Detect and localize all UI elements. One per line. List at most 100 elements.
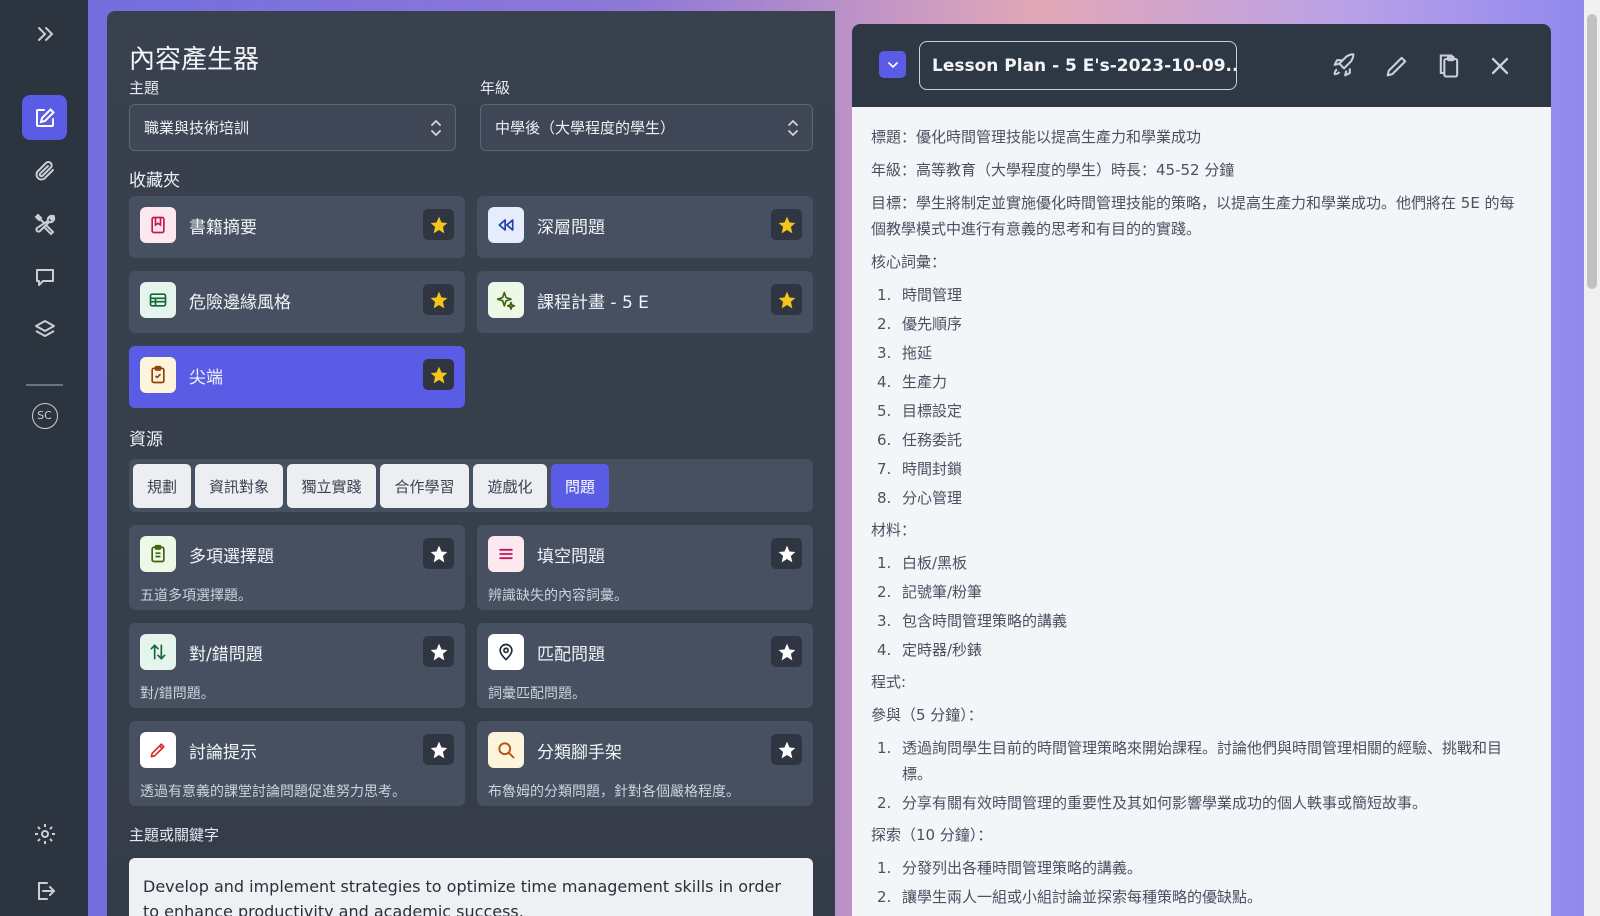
copy-clipboard-icon[interactable] (1435, 52, 1463, 80)
generator-nav-button[interactable] (22, 95, 67, 140)
favorite-card-lesson-plan-5e[interactable]: 課程計畫 - 5 E (477, 271, 813, 333)
favorite-star-button[interactable] (423, 734, 454, 765)
logout-button[interactable] (22, 868, 67, 913)
close-icon[interactable] (1486, 52, 1514, 80)
tab-questions[interactable]: 問題 (551, 464, 609, 508)
list-item: 4. 定時器/秒錶 (877, 641, 983, 659)
list-item: 7. 時間封鎖 (877, 460, 963, 478)
favorite-card-label: 深層問題 (537, 218, 605, 238)
favorite-card-cutting-edge[interactable]: 尖端 (129, 346, 465, 408)
grade-select[interactable]: 中學後（大學程度的學生） (480, 104, 813, 151)
rocket-icon[interactable] (1330, 52, 1358, 80)
doc-engage-label: 參與（5 分鐘）： (871, 706, 983, 724)
lines-icon (488, 536, 524, 572)
list-item: 1. 白板/黑板 (877, 554, 968, 572)
layers-nav-button[interactable] (22, 307, 67, 352)
chat-nav-button[interactable] (22, 254, 67, 299)
star-icon (430, 291, 447, 308)
explore-list: 1. 分發列出各種時間管理策略的講義。 2. 讓學生兩人一組或小組討論並探索每種策略… (871, 855, 1521, 910)
star-icon (778, 741, 795, 758)
resource-card-discussion-prompts[interactable]: 討論提示 透過有意義的課堂討論問題促進努力思考。 (129, 721, 465, 806)
favorite-star-button[interactable] (423, 538, 454, 569)
list-item: 3. 包含時間管理策略的講義 (877, 612, 1068, 630)
list-item: 2. 記號筆/粉筆 (877, 583, 983, 601)
doc-materials-label: 材料： (871, 521, 917, 539)
resource-card-desc: 對/錯問題。 (140, 686, 215, 702)
materials-list: 1. 白板/黑板 2. 記號筆/粉筆 3. 包含時間管理策略的講義 4. 定時器/秒錶 (871, 550, 1521, 663)
tab-info-objects[interactable]: 資訊對象 (195, 464, 283, 508)
star-icon (778, 291, 795, 308)
star-icon (778, 643, 795, 660)
bookmark-icon (140, 207, 176, 243)
pencil-icon (140, 732, 176, 768)
double-chevron-right-icon (37, 26, 53, 41)
tools-nav-button[interactable] (22, 201, 67, 246)
favorite-star-button[interactable] (771, 636, 802, 667)
favorite-card-deep-questions[interactable]: 深層問題 (477, 196, 813, 258)
collapse-button[interactable] (879, 51, 906, 78)
subject-select[interactable]: 職業與技術培訓 (129, 104, 456, 151)
chevron-up-down-icon (431, 119, 441, 137)
resource-card-matching[interactable]: 匹配問題 詞彙匹配問題。 (477, 623, 813, 708)
resource-card-true-false[interactable]: 對/錯問題 對/錯問題。 (129, 623, 465, 708)
favorite-star-button[interactable] (423, 359, 454, 390)
settings-button[interactable] (22, 811, 67, 856)
list-item: 2. 讓學生兩人一組或小組討論並探索每種策略的優缺點。 (877, 888, 1263, 906)
tab-planning[interactable]: 規劃 (133, 464, 191, 508)
resource-tabs: 規劃 資訊對象 獨立實踐 合作學習 遊戲化 問題 (129, 459, 813, 512)
list-item: 4. 生產力 (877, 373, 948, 391)
subject-select-value: 職業與技術培訓 (144, 119, 250, 137)
favorite-star-button[interactable] (423, 209, 454, 240)
account-button[interactable]: SC (22, 393, 67, 438)
star-icon (778, 216, 795, 233)
pencil-edit-icon[interactable] (1383, 52, 1411, 80)
document-body: 標題：優化時間管理技能以提高生產力和學業成功 年級：高等教育（大學程度的學生）時… (871, 124, 1521, 916)
favorite-star-button[interactable] (771, 284, 802, 315)
favorite-star-button[interactable] (423, 284, 454, 315)
expand-sidebar-button[interactable] (22, 11, 67, 56)
doc-explore-label: 探索（10 分鐘）： (871, 826, 993, 844)
list-item: 3. 拖延 (877, 344, 933, 362)
tab-gamification[interactable]: 遊戲化 (473, 464, 547, 508)
resource-card-label: 討論提示 (189, 743, 257, 763)
engage-list: 1. 透過詢問學生目前的時間管理策略來開始課程。討論他們與時間管理相關的經驗、挑戰… (871, 735, 1521, 816)
doc-vocab-label: 核心詞彙： (871, 253, 947, 271)
grade-select-value: 中學後（大學程度的學生） (495, 119, 676, 137)
favorite-star-button[interactable] (423, 636, 454, 667)
doc-objective-line: 目標：學生將制定並實施優化時間管理技能的策略，以提高生產力和學業成功。他們將在 … (871, 194, 1515, 238)
resource-card-label: 對/錯問題 (189, 645, 263, 665)
resource-card-label: 多項選擇題 (189, 547, 274, 567)
favorite-card-book-summary[interactable]: 書籍摘要 (129, 196, 465, 258)
list-item: 5. 目標設定 (877, 402, 963, 420)
favorite-star-button[interactable] (771, 209, 802, 240)
star-icon (430, 545, 447, 562)
favorite-star-button[interactable] (771, 538, 802, 569)
resource-card-fill-blank[interactable]: 填空問題 辨識缺失的內容詞彙。 (477, 525, 813, 610)
resource-card-taxonomy-scaffold[interactable]: 分類腳手架 布魯姆的分類問題，針對各個嚴格程度。 (477, 721, 813, 806)
favorite-card-label: 課程計畫 - 5 E (537, 293, 649, 313)
topic-textarea[interactable]: Develop and implement strategies to opti… (129, 858, 813, 916)
resource-card-label: 匹配問題 (537, 645, 605, 665)
magnifier-icon (488, 732, 524, 768)
sparkle-icon (488, 282, 524, 318)
page-scrollbar[interactable] (1584, 0, 1600, 916)
edit-square-icon (35, 107, 55, 127)
tools-icon (34, 213, 55, 235)
favorite-card-jeopardy[interactable]: 危險邊緣風格 (129, 271, 465, 333)
document-title-input[interactable]: Lesson Plan - 5 E's-2023-10-09... (919, 41, 1237, 90)
resource-card-desc: 詞彙匹配問題。 (488, 686, 586, 702)
tab-independent-practice[interactable]: 獨立實踐 (287, 464, 376, 508)
topic-label: 主題或關鍵字 (129, 826, 220, 844)
star-icon (778, 545, 795, 562)
tab-collaborative-learning[interactable]: 合作學習 (380, 464, 469, 508)
attachments-nav-button[interactable] (22, 148, 67, 193)
swap-arrows-icon (140, 634, 176, 670)
resource-card-multiple-choice[interactable]: 多項選擇題 五道多項選擇題。 (129, 525, 465, 610)
paperclip-icon (35, 160, 54, 180)
scrollbar-thumb[interactable] (1587, 14, 1597, 289)
favorite-card-label: 書籍摘要 (189, 218, 257, 238)
favorite-star-button[interactable] (771, 734, 802, 765)
resource-card-desc: 辨識缺失的內容詞彙。 (488, 588, 628, 604)
resources-label: 資源 (129, 430, 163, 450)
logout-icon (37, 881, 55, 900)
